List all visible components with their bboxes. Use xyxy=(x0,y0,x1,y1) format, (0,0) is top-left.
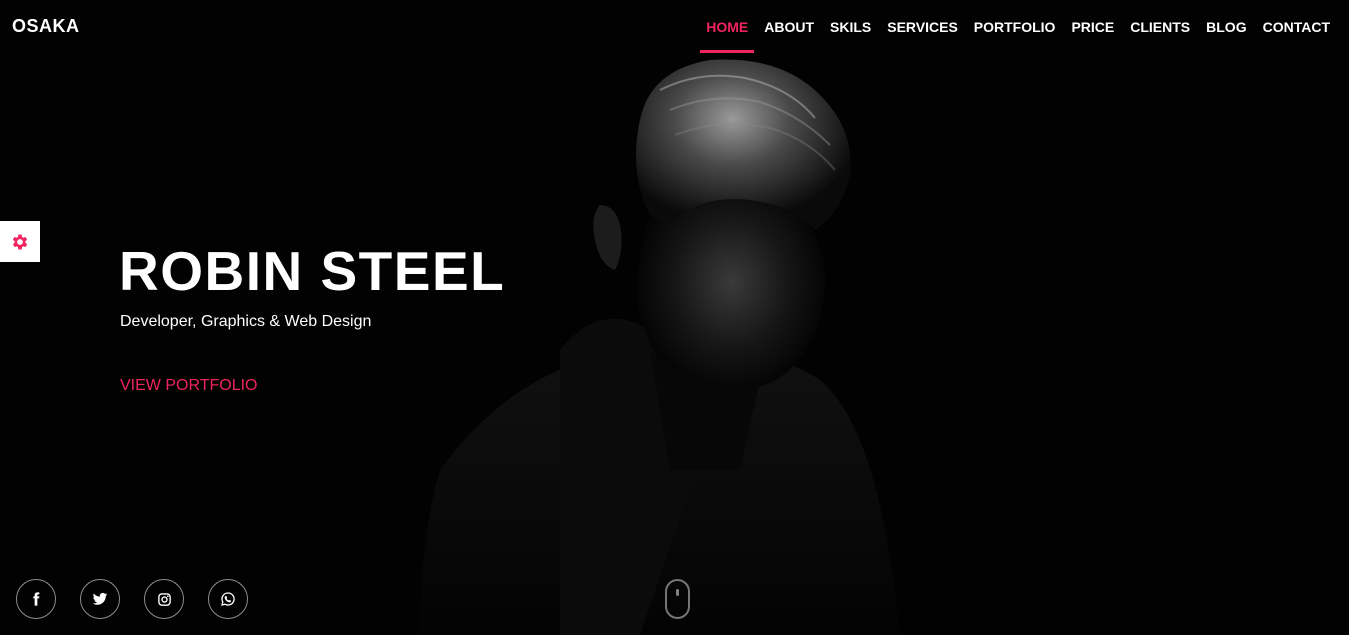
nav-item-services[interactable]: SERVICES xyxy=(881,0,964,54)
hero-subtitle: Developer, Graphics & Web Design xyxy=(120,313,372,330)
nav-item-price[interactable]: PRICE xyxy=(1065,0,1120,54)
facebook-button[interactable] xyxy=(16,579,56,619)
whatsapp-icon xyxy=(221,592,235,606)
social-links xyxy=(16,579,248,619)
facebook-icon xyxy=(33,592,40,606)
nav-item-skils[interactable]: SKILS xyxy=(824,0,877,54)
scroll-down-indicator[interactable] xyxy=(665,579,690,619)
hero-title: ROBIN STEEL xyxy=(119,240,506,302)
instagram-icon xyxy=(157,592,171,606)
nav-item-portfolio[interactable]: PORTFOLIO xyxy=(968,0,1062,54)
site-logo[interactable]: OSAKA xyxy=(12,16,80,37)
nav-item-home[interactable]: HOME xyxy=(700,0,755,54)
gear-icon xyxy=(12,234,28,249)
nav-item-contact[interactable]: CONTACT xyxy=(1257,0,1336,54)
hero-section: OSAKA HOME ABOUT SKILS SERVICES PORTFOLI… xyxy=(0,0,1349,635)
twitter-icon xyxy=(92,592,108,605)
nav-item-about[interactable]: ABOUT xyxy=(758,0,820,54)
instagram-button[interactable] xyxy=(144,579,184,619)
twitter-button[interactable] xyxy=(80,579,120,619)
main-nav: HOME ABOUT SKILS SERVICES PORTFOLIO PRIC… xyxy=(696,0,1336,54)
whatsapp-button[interactable] xyxy=(208,579,248,619)
nav-item-clients[interactable]: CLIENTS xyxy=(1124,0,1196,54)
view-portfolio-link[interactable]: VIEW PORTFOLIO xyxy=(120,377,258,395)
mouse-scroll-icon xyxy=(676,589,679,596)
nav-item-blog[interactable]: BLOG xyxy=(1200,0,1252,54)
settings-toggle-button[interactable] xyxy=(0,221,40,262)
